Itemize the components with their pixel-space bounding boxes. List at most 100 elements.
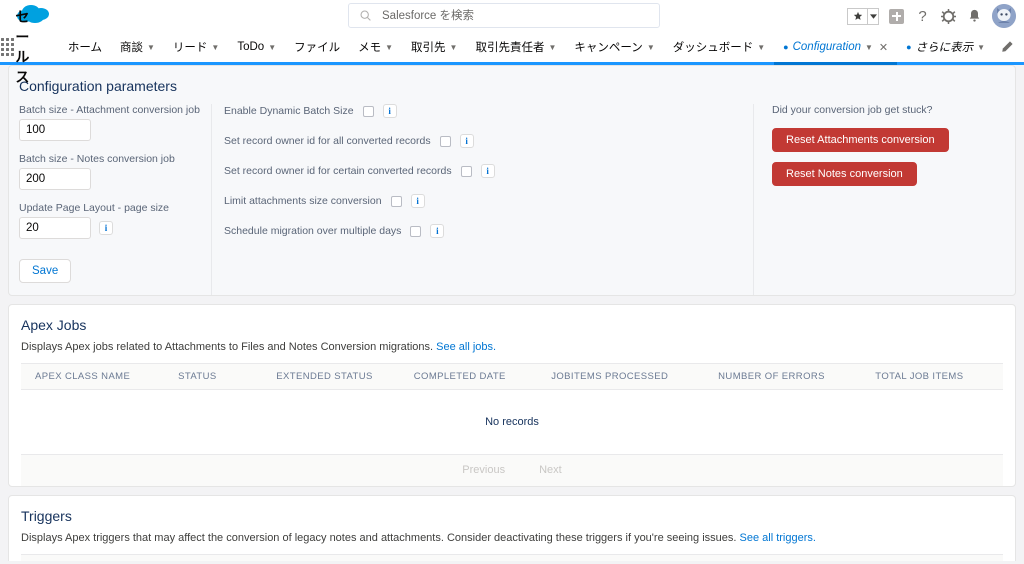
enable-dynamic-batch-size-checkbox[interactable]	[362, 105, 374, 117]
chevron-down-icon: ▼	[757, 42, 766, 52]
checkbox-label: Limit attachments size conversion	[224, 195, 382, 207]
table-header-row: APEX CLASS NAME STATUS EXTENDED STATUS C…	[21, 363, 1003, 390]
field-batch-size-notes: Batch size - Notes conversion job	[19, 153, 209, 190]
chevron-down-icon[interactable]: ▼	[865, 43, 873, 52]
config-checkbox-column: Enable Dynamic Batch Size i Set record o…	[211, 104, 753, 295]
column-header[interactable]: COMPLETED DATE	[413, 363, 552, 390]
info-icon[interactable]: i	[430, 224, 445, 238]
set-owner-certain-checkbox[interactable]	[460, 165, 472, 177]
field-label: Update Page Layout - page size	[19, 202, 170, 214]
global-header: ?	[0, 0, 1024, 32]
save-button[interactable]: Save	[19, 259, 72, 283]
nav-item-label: ダッシュボード	[672, 42, 754, 54]
triggers-description-text: Displays Apex triggers that may affect t…	[21, 532, 737, 544]
empty-state-message: No records	[21, 389, 1003, 455]
stuck-question: Did your conversion job get stuck?	[772, 104, 933, 116]
info-icon[interactable]: i	[480, 164, 495, 178]
limit-attachments-size-checkbox[interactable]	[390, 195, 402, 207]
triggers-table: NAME OBJECT NAMESPACE PREFIX API VERSION…	[21, 554, 1003, 561]
pencil-icon[interactable]	[994, 32, 1024, 62]
global-search[interactable]	[348, 3, 660, 28]
nav-item-contacts[interactable]: 取引先責任者 ▼	[466, 32, 565, 62]
reset-attachments-conversion-button[interactable]: Reset Attachments conversion	[772, 128, 949, 152]
nav-item-accounts[interactable]: 取引先 ▼	[402, 32, 466, 62]
column-header[interactable]: STATUS	[178, 363, 277, 390]
see-all-jobs-link[interactable]: See all jobs.	[436, 341, 496, 353]
checkbox-row-owner-certain: Set record owner id for certain converte…	[224, 164, 753, 178]
previous-page-button[interactable]: Previous	[462, 464, 505, 476]
checkbox-row-limit-size: Limit attachments size conversion i	[224, 194, 753, 208]
column-header[interactable]: EXTENDED STATUS	[276, 363, 414, 390]
next-page-button[interactable]: Next	[539, 464, 562, 476]
nav-item-leads[interactable]: リード ▼	[164, 32, 228, 62]
column-header[interactable]: API VERSION	[521, 554, 709, 561]
info-icon[interactable]: i	[99, 221, 113, 235]
set-owner-all-checkbox[interactable]	[439, 135, 451, 147]
checkbox-label: Schedule migration over multiple days	[224, 225, 402, 237]
info-icon[interactable]: i	[382, 104, 397, 118]
navigation-bar: セールス ホーム 商談 ▼ リード ▼ ToDo ▼ ファイル メモ ▼ 取引先…	[0, 9, 1024, 85]
nav-item-home[interactable]: ホーム	[59, 32, 111, 62]
nav-item-campaigns[interactable]: キャンペーン ▼	[565, 32, 663, 62]
nav-item-label: 取引先	[411, 42, 446, 54]
search-icon	[360, 10, 371, 21]
nav-item-show-more[interactable]: ● さらに表示 ▼	[897, 32, 994, 62]
nav-item-label: ファイル	[294, 42, 341, 54]
info-icon[interactable]: i	[459, 134, 474, 148]
batch-size-notes-input[interactable]	[19, 168, 91, 190]
chevron-down-icon: ▼	[646, 42, 655, 52]
info-icon[interactable]: i	[410, 194, 425, 208]
apex-jobs-card: Apex Jobs Displays Apex jobs related to …	[8, 304, 1016, 487]
chevron-down-icon: ▼	[146, 42, 155, 52]
column-header[interactable]: NAMESPACE PREFIX	[256, 554, 522, 561]
nav-item-configuration[interactable]: ● Configuration ▼ ✕	[774, 32, 898, 65]
configuration-parameters-card: Configuration parameters Batch size - At…	[8, 65, 1016, 296]
app-launcher-grid-icon[interactable]	[0, 32, 15, 62]
checkbox-row-schedule-migration: Schedule migration over multiple days i	[224, 224, 753, 238]
question-mark-icon[interactable]: ?	[914, 8, 931, 25]
gear-icon[interactable]	[940, 8, 957, 25]
chevron-down-icon: ▼	[385, 42, 394, 52]
nav-item-label: さらに表示	[915, 42, 974, 54]
star-icon[interactable]	[847, 7, 867, 25]
bell-icon[interactable]	[966, 8, 983, 25]
nav-item-label: リード	[172, 42, 208, 54]
update-page-layout-input[interactable]	[19, 217, 91, 239]
search-input[interactable]	[380, 8, 630, 23]
triggers-card: Triggers Displays Apex triggers that may…	[8, 495, 1016, 561]
column-header[interactable]: APEX CLASS NAME	[21, 363, 179, 390]
reset-notes-conversion-button[interactable]: Reset Notes conversion	[772, 162, 917, 186]
schedule-migration-checkbox[interactable]	[410, 225, 422, 237]
see-all-triggers-link[interactable]: See all triggers.	[740, 532, 816, 544]
close-icon[interactable]: ✕	[879, 41, 888, 54]
nav-item-dashboards[interactable]: ダッシュボード ▼	[664, 32, 774, 62]
nav-item-todo[interactable]: ToDo ▼	[228, 32, 285, 62]
batch-size-attachment-input[interactable]	[19, 119, 91, 141]
nav-item-label: ホーム	[67, 42, 102, 54]
apex-jobs-description-text: Displays Apex jobs related to Attachment…	[21, 341, 434, 353]
plus-icon[interactable]	[888, 8, 905, 25]
column-header[interactable]: STATUS	[708, 554, 827, 561]
checkbox-row-owner-all: Set record owner id for all converted re…	[224, 134, 753, 148]
nav-item-notes[interactable]: メモ ▼	[349, 32, 402, 62]
checkbox-label: Set record owner id for certain converte…	[224, 165, 452, 177]
column-header[interactable]: NUMBER OF ERRORS	[718, 363, 876, 390]
triggers-title: Triggers	[21, 508, 72, 524]
reset-actions-column: Did your conversion job get stuck? Reset…	[753, 104, 1015, 295]
field-batch-size-attachment: Batch size - Attachment conversion job	[19, 104, 209, 141]
nav-item-opportunities[interactable]: 商談 ▼	[111, 32, 164, 62]
triggers-description: Displays Apex triggers that may affect t…	[21, 532, 1003, 544]
favorites-control[interactable]	[847, 7, 879, 25]
column-header[interactable]: IS VALID	[826, 554, 1003, 561]
column-header[interactable]: JOBITEMS PROCESSED	[551, 363, 719, 390]
column-header[interactable]: NAME	[21, 554, 139, 561]
avatar[interactable]	[992, 4, 1016, 28]
checkbox-label: Set record owner id for all converted re…	[224, 135, 431, 147]
app-name[interactable]: セールス	[15, 9, 58, 85]
chevron-down-icon[interactable]	[867, 7, 879, 25]
nav-item-files[interactable]: ファイル	[285, 32, 349, 62]
column-header[interactable]: TOTAL JOB ITEMS	[875, 363, 1003, 390]
chevron-down-icon: ▼	[268, 42, 277, 52]
unsaved-indicator-icon: ●	[906, 41, 912, 52]
column-header[interactable]: OBJECT	[138, 554, 257, 561]
